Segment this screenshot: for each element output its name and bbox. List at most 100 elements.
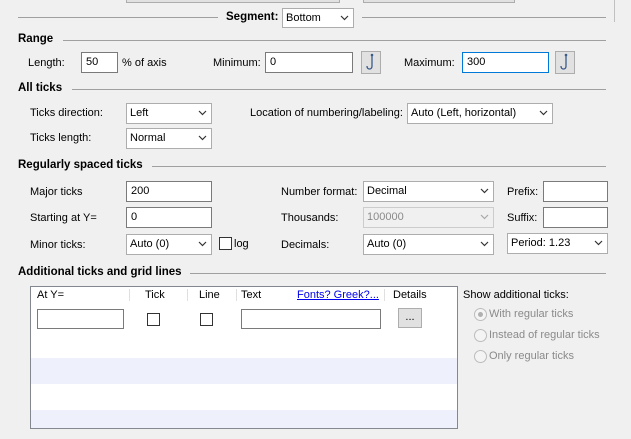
regular-ticks-divider <box>152 166 606 167</box>
column-header-line[interactable]: Line <box>195 287 220 303</box>
decimals-label: Decimals: <box>281 239 330 251</box>
top-partial-control-right[interactable] <box>363 0 515 3</box>
ticks-length-select[interactable]: Normal <box>126 128 212 149</box>
suffix-input[interactable] <box>543 207 608 228</box>
log-checkbox[interactable] <box>219 237 232 250</box>
length-input[interactable]: 50 <box>81 52 118 73</box>
range-divider <box>63 40 606 41</box>
starting-at-value: 0 <box>131 211 138 223</box>
top-partial-control-left[interactable] <box>126 0 340 3</box>
column-header-text[interactable]: Text <box>237 287 261 303</box>
additional-ticks-title: Additional ticks and grid lines <box>18 266 182 278</box>
chevron-down-icon <box>480 188 489 194</box>
chevron-down-icon <box>480 214 489 220</box>
chevron-down-icon <box>480 241 489 247</box>
column-header-at-y[interactable]: At Y= <box>33 287 64 303</box>
chevron-down-icon <box>594 240 603 246</box>
grid-row[interactable] <box>31 384 457 410</box>
hook-icon <box>366 53 374 70</box>
minimum-pick-button[interactable] <box>361 51 381 74</box>
length-unit-label: % of axis <box>122 57 167 69</box>
segment-line-left <box>18 17 218 18</box>
thousands-value: 100000 <box>367 211 404 223</box>
segment-label: Segment: <box>226 11 279 23</box>
radio-label-instead-of-regular-ticks: Instead of regular ticks <box>489 329 600 341</box>
at-y-input[interactable] <box>37 309 124 329</box>
ticks-length-label: Ticks length: <box>30 132 92 144</box>
maximum-value: 300 <box>467 56 486 68</box>
maximum-pick-button[interactable] <box>555 51 575 74</box>
thousands-select: 100000 <box>363 207 494 228</box>
all-ticks-divider <box>72 89 606 90</box>
thousands-label: Thousands: <box>281 212 339 224</box>
tick-text-input[interactable] <box>241 309 381 329</box>
range-title: Range <box>18 33 54 45</box>
grid-row[interactable] <box>31 410 457 428</box>
length-label: Length: <box>28 57 65 69</box>
chevron-down-icon <box>198 241 207 247</box>
column-separator <box>187 289 188 301</box>
major-ticks-value: 200 <box>131 185 150 197</box>
maximum-input[interactable]: 300 <box>462 52 549 73</box>
starting-at-label: Starting at Y= <box>30 212 97 224</box>
tick-checkbox[interactable] <box>147 313 160 326</box>
details-button-label: ... <box>405 311 415 323</box>
line-checkbox[interactable] <box>200 313 213 326</box>
ticks-length-value: Normal <box>130 132 166 144</box>
decimals-value: Auto (0) <box>367 238 407 250</box>
starting-at-input[interactable]: 0 <box>126 207 212 228</box>
column-header-details[interactable]: Details <box>389 287 427 303</box>
additional-ticks-grid[interactable]: At Y= Tick Line Text Fonts? Greek?... De… <box>30 286 458 429</box>
log-label: log <box>234 238 249 250</box>
chevron-down-icon <box>340 15 349 21</box>
minimum-value: 0 <box>270 56 277 68</box>
column-header-tick[interactable]: Tick <box>141 287 165 303</box>
all-ticks-title: All ticks <box>18 82 63 94</box>
maximum-label: Maximum: <box>404 57 455 69</box>
period-select[interactable]: Period: 1.23 <box>507 233 608 254</box>
radio-instead-of-regular-ticks[interactable] <box>474 329 487 342</box>
major-ticks-input[interactable]: 200 <box>126 181 212 202</box>
chevron-down-icon <box>198 135 207 141</box>
chevron-down-icon <box>198 110 207 116</box>
segment-value: Bottom <box>286 12 321 24</box>
suffix-label: Suffix: <box>507 212 538 224</box>
show-additional-ticks-label: Show additional ticks: <box>463 289 569 301</box>
period-value: Period: 1.23 <box>511 237 571 249</box>
major-ticks-label: Major ticks <box>30 186 83 198</box>
numbering-location-select[interactable]: Auto (Left, horizontal) <box>407 103 553 124</box>
ticks-direction-label: Ticks direction: <box>30 107 103 119</box>
regular-ticks-title: Regularly spaced ticks <box>18 159 143 171</box>
length-value: 50 <box>86 56 99 68</box>
number-format-select[interactable]: Decimal <box>363 181 494 202</box>
numbering-location-label: Location of numbering/labeling: <box>250 107 403 119</box>
prefix-label: Prefix: <box>507 186 539 198</box>
grid-row[interactable]: ... <box>31 306 457 332</box>
decimals-select[interactable]: Auto (0) <box>363 234 494 255</box>
fonts-greek-link[interactable]: Fonts? Greek?... <box>293 287 379 303</box>
radio-only-regular-ticks[interactable] <box>474 350 487 363</box>
number-format-value: Decimal <box>367 185 407 197</box>
column-separator <box>129 289 130 301</box>
segment-line-right <box>362 17 606 18</box>
radio-label-only-regular-ticks: Only regular ticks <box>489 350 574 362</box>
minor-ticks-value: Auto (0) <box>130 238 170 250</box>
hook-icon <box>560 53 568 70</box>
grid-row[interactable] <box>31 358 457 384</box>
number-format-label: Number format: <box>281 186 358 198</box>
additional-ticks-divider <box>190 273 606 274</box>
radio-selected-dot <box>478 312 483 317</box>
column-separator <box>384 289 385 301</box>
minor-ticks-select[interactable]: Auto (0) <box>126 234 212 255</box>
top-panel-edge <box>614 0 615 22</box>
radio-with-regular-ticks[interactable] <box>474 308 487 321</box>
minimum-input[interactable]: 0 <box>265 52 353 73</box>
grid-row[interactable] <box>31 332 457 358</box>
ticks-direction-value: Left <box>130 107 149 119</box>
details-button[interactable]: ... <box>398 308 422 328</box>
chevron-down-icon <box>539 110 548 116</box>
prefix-input[interactable] <box>543 181 608 202</box>
segment-select[interactable]: Bottom <box>282 8 354 28</box>
ticks-direction-select[interactable]: Left <box>126 103 212 124</box>
minimum-label: Minimum: <box>213 57 261 69</box>
